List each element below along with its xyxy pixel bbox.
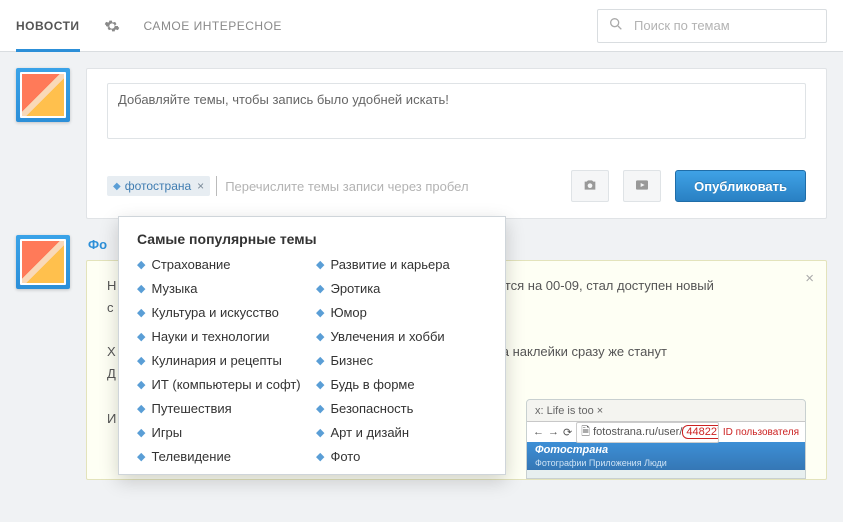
tag-icon: ◆ — [316, 426, 324, 439]
tag-chip[interactable]: ◆ фотострана × — [107, 176, 210, 196]
topic-suggestion[interactable]: ◆ Игры — [137, 425, 308, 440]
topic-suggestion[interactable]: ◆ Науки и технологии — [137, 329, 308, 344]
topic-suggestion[interactable]: ◆ Развитие и карьера — [316, 257, 487, 272]
notice-text: Х — [107, 344, 116, 359]
post-composer: ◆ фотострана × Опубликовать — [86, 68, 827, 219]
tags-field[interactable]: ◆ фотострана × — [107, 172, 557, 200]
topic-suggestions-popover: Самые популярные темы ◆ Страхование ◆ Музык… — [118, 216, 506, 475]
camera-icon — [582, 177, 598, 196]
topic-suggestion[interactable]: ◆ Арт и дизайн — [316, 425, 487, 440]
browser-brand: Фотострана — [535, 444, 797, 456]
tag-icon: ◆ — [113, 181, 121, 192]
search-field[interactable] — [597, 9, 827, 43]
topic-suggestion[interactable]: ◆ Эротика — [316, 281, 487, 296]
topic-suggestion[interactable]: ◆ Культура и искусство — [137, 305, 308, 320]
topic-label: Развитие и карьера — [330, 257, 449, 272]
popover-title: Самые популярные темы — [137, 231, 487, 247]
top-navigation: НОВОСТИ САМОЕ ИНТЕРЕСНОЕ — [0, 0, 843, 52]
search-icon — [608, 16, 624, 35]
tab-news[interactable]: НОВОСТИ — [16, 0, 80, 52]
topic-suggestion[interactable]: ◆ Путешествия — [137, 401, 308, 416]
tag-icon: ◆ — [316, 378, 324, 391]
browser-tab-label: x: Life is too × — [535, 405, 603, 417]
tag-icon: ◆ — [316, 258, 324, 271]
topic-label: Культура и искусство — [151, 305, 278, 320]
publish-button[interactable]: Опубликовать — [675, 170, 806, 202]
tag-icon: ◆ — [137, 354, 145, 367]
notice-text: Д — [107, 366, 116, 381]
topic-suggestion[interactable]: ◆ Кулинария и рецепты — [137, 353, 308, 368]
close-icon[interactable]: × — [805, 271, 814, 286]
topic-label: Бизнес — [330, 353, 373, 368]
topic-label: Увлечения и хобби — [330, 329, 444, 344]
topic-label: Страхование — [151, 257, 230, 272]
tag-label: фотострана — [125, 179, 191, 193]
notice-text: И — [107, 411, 116, 426]
tab-top[interactable]: САМОЕ ИНТЕРЕСНОЕ — [144, 0, 282, 52]
tags-input[interactable] — [216, 176, 557, 196]
topic-suggestion[interactable]: ◆ Страхование — [137, 257, 308, 272]
post-textarea[interactable] — [107, 83, 806, 139]
add-video-button[interactable] — [623, 170, 661, 202]
browser-menu: Фотографии Приложения Люди — [535, 458, 797, 468]
topic-suggestion[interactable]: ◆ ИТ (компьютеры и софт) — [137, 377, 308, 392]
topic-suggestion[interactable]: ◆ Бизнес — [316, 353, 487, 368]
topic-label: Эротика — [330, 281, 380, 296]
notice-text: Н — [107, 278, 116, 293]
tag-icon: ◆ — [316, 330, 324, 343]
search-input[interactable] — [632, 17, 816, 34]
topic-suggestion[interactable]: ◆ Музыка — [137, 281, 308, 296]
tag-icon: ◆ — [316, 402, 324, 415]
video-icon — [634, 177, 650, 196]
topic-suggestion[interactable]: ◆ Будь в форме — [316, 377, 487, 392]
tag-icon: ◆ — [316, 354, 324, 367]
tag-icon: ◆ — [137, 450, 145, 463]
tag-icon: ◆ — [137, 330, 145, 343]
topic-label: Телевидение — [151, 449, 230, 464]
topic-label: Путешествия — [151, 401, 231, 416]
topic-suggestion[interactable]: ◆ Безопасность — [316, 401, 487, 416]
tag-icon: ◆ — [137, 306, 145, 319]
topic-label: Безопасность — [330, 401, 413, 416]
screenshot-image: x: Life is too × ←→⟳ 🗎 fotostrana.ru/use… — [526, 399, 806, 479]
gear-icon[interactable] — [104, 17, 120, 34]
tag-icon: ◆ — [316, 282, 324, 295]
topic-suggestion[interactable]: ◆ Юмор — [316, 305, 487, 320]
topic-label: Арт и дизайн — [330, 425, 409, 440]
topic-suggestion[interactable]: ◆ Фото — [316, 449, 487, 464]
avatar[interactable] — [16, 235, 70, 289]
topic-label: Юмор — [330, 305, 366, 320]
topic-label: Науки и технологии — [151, 329, 269, 344]
tag-icon: ◆ — [137, 402, 145, 415]
topic-label: Будь в форме — [330, 377, 414, 392]
notice-text: с — [107, 300, 114, 315]
tag-icon: ◆ — [137, 258, 145, 271]
topic-label: ИТ (компьютеры и софт) — [151, 377, 300, 392]
tag-icon: ◆ — [137, 378, 145, 391]
topic-label: Музыка — [151, 281, 197, 296]
topic-label: Фото — [330, 449, 360, 464]
tag-icon: ◆ — [316, 450, 324, 463]
add-photo-button[interactable] — [571, 170, 609, 202]
tag-remove-icon[interactable]: × — [195, 179, 204, 193]
avatar[interactable] — [16, 68, 70, 122]
tag-icon: ◆ — [316, 306, 324, 319]
tag-icon: ◆ — [137, 426, 145, 439]
topic-suggestion[interactable]: ◆ Увлечения и хобби — [316, 329, 487, 344]
tag-icon: ◆ — [137, 282, 145, 295]
topic-label: Игры — [151, 425, 182, 440]
topic-suggestion[interactable]: ◆ Телевидение — [137, 449, 308, 464]
topic-label: Кулинария и рецепты — [151, 353, 281, 368]
